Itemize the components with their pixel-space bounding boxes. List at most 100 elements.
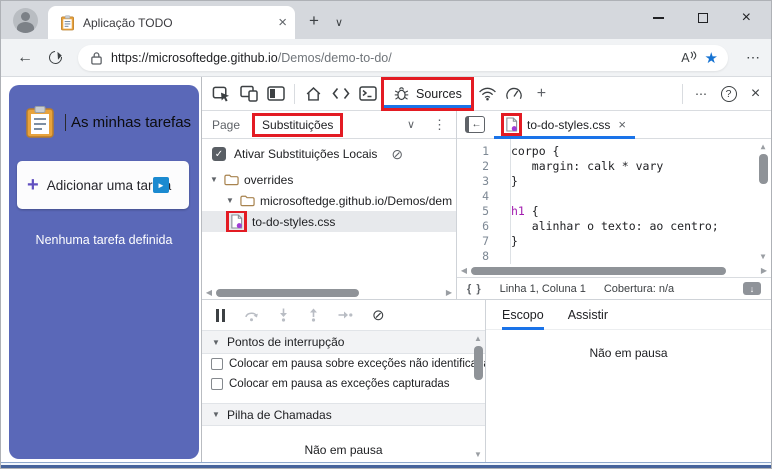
scrollbar-thumb[interactable] [216,289,359,297]
code-line[interactable]: 4 [457,189,771,204]
elements-icon[interactable] [327,80,354,108]
scrollbar-thumb[interactable] [759,154,768,184]
tree-item-css-file[interactable]: to-do-styles.css [202,211,456,232]
breakpoints-section-header[interactable]: ▼ Pontos de interrupção [202,331,485,354]
favorite-star-icon[interactable]: ★ [705,49,718,67]
code-line[interactable]: 2 margin: calk * vary [457,159,771,174]
scope-paused-message: Não em pausa [486,346,771,360]
debugger-paused-state: Não em pausa [202,443,485,462]
hide-navigator-icon[interactable]: ← [465,116,485,133]
callstack-section-header[interactable]: ▼ Pilha de Chamadas [202,403,485,426]
scroll-down-icon[interactable]: ▼ [758,252,768,261]
network-icon[interactable] [474,80,501,108]
profile-avatar[interactable] [13,8,38,33]
scroll-up-icon[interactable]: ▲ [758,142,768,151]
code-editor[interactable]: 1corpo { 2 margin: calk * vary 3} 4 5h1 … [457,139,771,264]
close-tab-icon[interactable]: × [618,117,626,132]
download-icon[interactable]: ↓ [743,282,761,295]
code-line[interactable]: 6 alinhar o texto: ao centro; [457,219,771,234]
clear-configuration-icon[interactable]: ⊘ [391,146,403,163]
close-window-button[interactable]: × [742,10,751,26]
coverage-status: Cobertura: n/a [604,283,674,295]
help-icon[interactable]: ? [715,80,742,108]
scroll-up-icon[interactable]: ▲ [473,334,483,343]
deactivate-breakpoints-icon[interactable]: ⊘ [372,306,385,324]
close-devtools-icon[interactable]: × [742,80,769,108]
dock-side-icon[interactable] [262,80,289,108]
device-emulation-icon[interactable] [235,80,262,108]
minimize-button[interactable] [653,17,664,18]
tab-page[interactable]: Page [212,118,240,132]
address-bar[interactable]: https://microsoftedge.github.io/Demos/de… [78,45,728,71]
enable-overrides-checkbox[interactable]: ✓ [212,147,226,161]
read-aloud-icon[interactable]: A [681,51,696,65]
navigator-tabbar: Page Substituições ∨ ⋮ [202,111,456,139]
tab-escopo[interactable]: Escopo [502,300,544,330]
window-bottom-edge [1,462,771,468]
customize-menu-icon[interactable]: ⋯ [688,80,715,108]
tree-item-overrides[interactable]: ▼ overrides [202,169,456,190]
pause-uncaught-checkbox[interactable] [211,358,223,370]
pause-icon[interactable] [216,309,225,322]
back-icon[interactable]: ← [17,49,33,67]
step-into-icon[interactable] [278,308,289,322]
debugger-vscrollbar[interactable]: ▲ ▼ [472,334,484,459]
toolbar-divider [682,84,683,104]
tab-overrides[interactable]: Substituições [252,113,343,137]
navigator-hscrollbar[interactable]: ◀ ▶ [202,286,456,299]
avatar-body [17,22,34,33]
expand-arrow-icon[interactable]: ▼ [226,196,235,205]
scroll-right-icon[interactable]: ▶ [759,266,769,275]
collapse-arrow-icon: ▼ [212,410,221,419]
step-over-icon[interactable] [244,309,259,322]
editor-vscrollbar[interactable]: ▲ ▼ [757,142,769,261]
performance-icon[interactable] [501,80,528,108]
refresh-icon[interactable] [46,48,64,66]
pause-caught-row[interactable]: Colocar em pausa as exceções capturadas [202,374,485,394]
tab-assistir[interactable]: Assistir [568,300,608,330]
new-tab-button[interactable]: + [309,11,319,31]
tab-close-icon[interactable]: × [278,15,287,30]
maximize-button[interactable] [698,13,708,23]
todo-app-panel: As minhas tarefas + Adicionar uma tarefa… [9,85,199,459]
chevron-down-icon[interactable]: ∨ [407,118,415,131]
scroll-down-icon[interactable]: ▼ [473,450,483,459]
add-task-button[interactable]: + Adicionar uma tarefa ► [17,161,189,209]
pause-uncaught-label: Colocar em pausa sobre exceções não iden… [229,358,485,370]
editor-hscrollbar[interactable]: ◀ ▶ [457,264,771,277]
code-line[interactable]: 5h1 { [457,204,771,219]
step-out-icon[interactable] [308,308,319,322]
pause-caught-checkbox[interactable] [211,378,223,390]
url-text[interactable]: https://microsoftedge.github.io/Demos/de… [111,51,673,65]
tab-list-chevron-icon[interactable]: ∨ [335,16,343,29]
pause-uncaught-row[interactable]: Colocar em pausa sobre exceções não iden… [202,354,485,374]
clipboard-icon [25,105,55,139]
code-line[interactable]: 3} [457,174,771,189]
window-controls: × [653,1,771,35]
welcome-home-icon[interactable] [300,80,327,108]
scroll-left-icon[interactable]: ◀ [204,288,214,297]
expand-arrow-icon[interactable]: ▼ [210,175,219,184]
enable-overrides-label: Ativar Substituições Locais [234,147,377,161]
tree-item-domain-folder[interactable]: ▼ microsoftedge.github.io/Demos/dem [202,190,456,211]
code-line[interactable]: 7} [457,234,771,249]
console-icon[interactable] [354,80,381,108]
code-line[interactable]: 8 [457,249,771,264]
pretty-print-icon[interactable]: { } [467,283,482,295]
step-icon[interactable] [338,310,353,320]
inspect-icon[interactable] [208,80,235,108]
scrollbar-thumb[interactable] [474,346,483,380]
more-tools-plus-icon[interactable]: + [528,80,555,108]
tab-sources[interactable]: Sources [381,77,474,111]
cursor-position: Linha 1, Coluna 1 [500,283,586,295]
editor-tab-css-file[interactable]: to-do-styles.css × [494,111,635,139]
kebab-menu-icon[interactable]: ⋮ [433,117,446,133]
code-line[interactable]: 1corpo { [457,144,771,159]
scrollbar-thumb[interactable] [471,267,726,275]
scroll-right-icon[interactable]: ▶ [444,288,454,297]
settings-menu-icon[interactable]: ⋯ [746,49,761,66]
code-text: margin: calk * vary [501,159,663,174]
url-host: https://microsoftedge.github.io [111,51,278,65]
browser-tab[interactable]: Aplicação TODO × [48,6,295,39]
scroll-left-icon[interactable]: ◀ [459,266,469,275]
